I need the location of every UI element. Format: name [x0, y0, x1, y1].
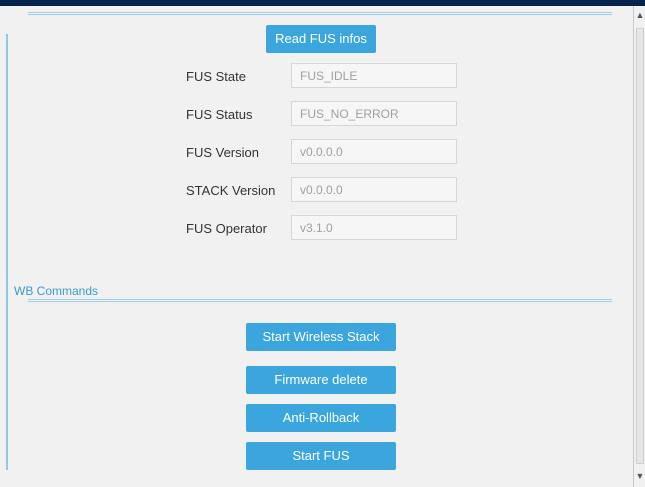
section-divider-wb — [28, 299, 612, 302]
anti-rollback-button[interactable]: Anti-Rollback — [246, 404, 396, 432]
fus-panel: Read FUS infos FUS State FUS_IDLE FUS St… — [0, 6, 633, 487]
start-wireless-stack-button[interactable]: Start Wireless Stack — [246, 323, 396, 351]
fus-version-label: FUS Version — [186, 145, 259, 160]
start-fus-button[interactable]: Start FUS — [246, 442, 396, 470]
firmware-delete-button[interactable]: Firmware delete — [246, 366, 396, 394]
fus-operator-field[interactable]: v3.1.0 — [291, 215, 457, 240]
chevron-up-icon[interactable]: ▲ — [634, 9, 645, 21]
fus-status-label: FUS Status — [186, 107, 253, 122]
fus-status-field[interactable]: FUS_NO_ERROR — [291, 101, 457, 126]
section-border-left — [6, 34, 8, 470]
fus-state-label: FUS State — [186, 69, 246, 84]
stack-version-label: STACK Version — [186, 183, 276, 198]
section-divider-top — [28, 12, 612, 15]
chevron-down-icon[interactable]: ▼ — [634, 470, 645, 482]
vertical-scrollbar[interactable]: ▲ ▼ — [633, 6, 645, 487]
wb-commands-title: WB Commands — [14, 284, 99, 298]
read-fus-infos-button[interactable]: Read FUS infos — [266, 25, 376, 53]
stack-version-field[interactable]: v0.0.0.0 — [291, 177, 457, 202]
fus-operator-label: FUS Operator — [186, 221, 267, 236]
fus-state-field[interactable]: FUS_IDLE — [291, 63, 457, 88]
scrollbar-track[interactable] — [636, 28, 644, 464]
fus-version-field[interactable]: v0.0.0.0 — [291, 139, 457, 164]
